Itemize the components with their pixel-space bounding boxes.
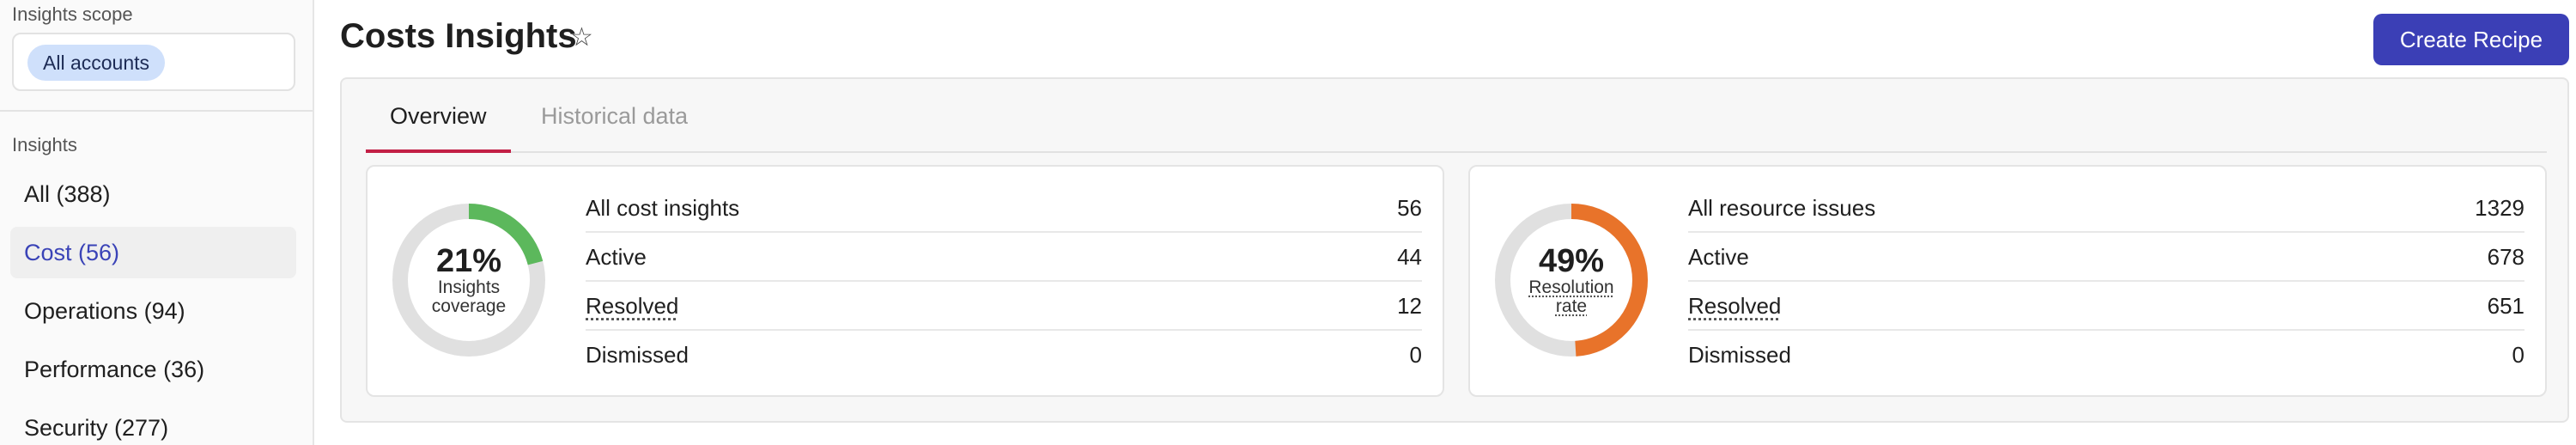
resolution-caption-line1[interactable]: Resolution — [1528, 278, 1613, 297]
sidebar-item-performance[interactable]: Performance (36) — [10, 344, 296, 395]
stat-row: Dismissed 0 — [1688, 331, 2524, 380]
stat-row: Resolved 651 — [1688, 282, 2524, 331]
create-recipe-button[interactable]: Create Recipe — [2373, 14, 2569, 65]
stat-row: Active 678 — [1688, 233, 2524, 282]
scope-chip[interactable]: All accounts — [27, 45, 166, 81]
resolved-tooltip-label[interactable]: Resolved — [1688, 282, 1781, 331]
resolved-tooltip-label[interactable]: Resolved — [586, 282, 678, 331]
coverage-caption-line2: coverage — [431, 296, 507, 316]
stat-row: Dismissed 0 — [586, 331, 1422, 380]
stat-label: All cost insights — [586, 195, 740, 221]
stat-label: Dismissed — [586, 342, 689, 368]
stat-label: Active — [1688, 244, 1749, 270]
stat-value: 651 — [2487, 293, 2524, 319]
stat-label: Dismissed — [1688, 342, 1791, 368]
stat-value: 12 — [1397, 293, 1422, 319]
stat-row: Resolved 12 — [586, 282, 1422, 331]
stat-row: Active 44 — [586, 233, 1422, 282]
sidebar-item-operations[interactable]: Operations (94) — [10, 285, 296, 337]
tab-historical-data[interactable]: Historical data — [517, 79, 712, 153]
stat-label: Active — [586, 244, 647, 270]
resolution-caption-line2[interactable]: rate — [1556, 297, 1587, 316]
tab-bar: Overview Historical data — [366, 79, 2547, 153]
coverage-caption-line1: Insights — [437, 277, 501, 297]
coverage-donut-label: 21% Insights coverage — [390, 201, 548, 359]
sidebar-item-cost[interactable]: Cost (56) — [10, 227, 296, 278]
coverage-card: 21% Insights coverage All cost insights … — [366, 165, 1444, 397]
resolution-donut-label: 49% Resolution rate — [1492, 201, 1650, 359]
coverage-percent: 21% — [435, 243, 502, 279]
stat-label: All resource issues — [1688, 195, 1876, 221]
stat-row: All resource issues 1329 — [1688, 184, 2524, 233]
stat-value: 678 — [2487, 244, 2524, 270]
insights-label: Insights — [12, 134, 77, 155]
scope-label: Insights scope — [12, 3, 133, 25]
stat-row: All cost insights 56 — [586, 184, 1422, 233]
scope-selector[interactable]: All accounts — [12, 33, 295, 91]
tab-overview[interactable]: Overview — [366, 79, 511, 153]
insights-panel: Overview Historical data 21% Insights co… — [340, 77, 2569, 423]
resolution-stats: All resource issues 1329 Active 678 Reso… — [1688, 184, 2524, 380]
star-icon[interactable]: ☆ — [570, 22, 593, 52]
app: Insights scope All accounts Insights All… — [0, 0, 2576, 445]
stat-value: 44 — [1397, 244, 1422, 270]
coverage-stats: All cost insights 56 Active 44 Resolved … — [586, 184, 1422, 380]
sidebar: Insights scope All accounts Insights All… — [0, 0, 314, 445]
resolution-percent: 49% — [1538, 243, 1605, 279]
resolution-card: 49% Resolution rate All resource issues … — [1468, 165, 2547, 397]
stat-value: 0 — [2512, 342, 2524, 368]
sidebar-item-all[interactable]: All (388) — [10, 168, 296, 220]
page-title: Costs Insights — [340, 17, 577, 55]
stat-value: 56 — [1397, 195, 1422, 221]
sidebar-item-security[interactable]: Security (277) — [10, 402, 296, 445]
stat-value: 0 — [1409, 342, 1422, 368]
sidebar-divider — [0, 110, 313, 112]
stat-value: 1329 — [2475, 195, 2524, 221]
